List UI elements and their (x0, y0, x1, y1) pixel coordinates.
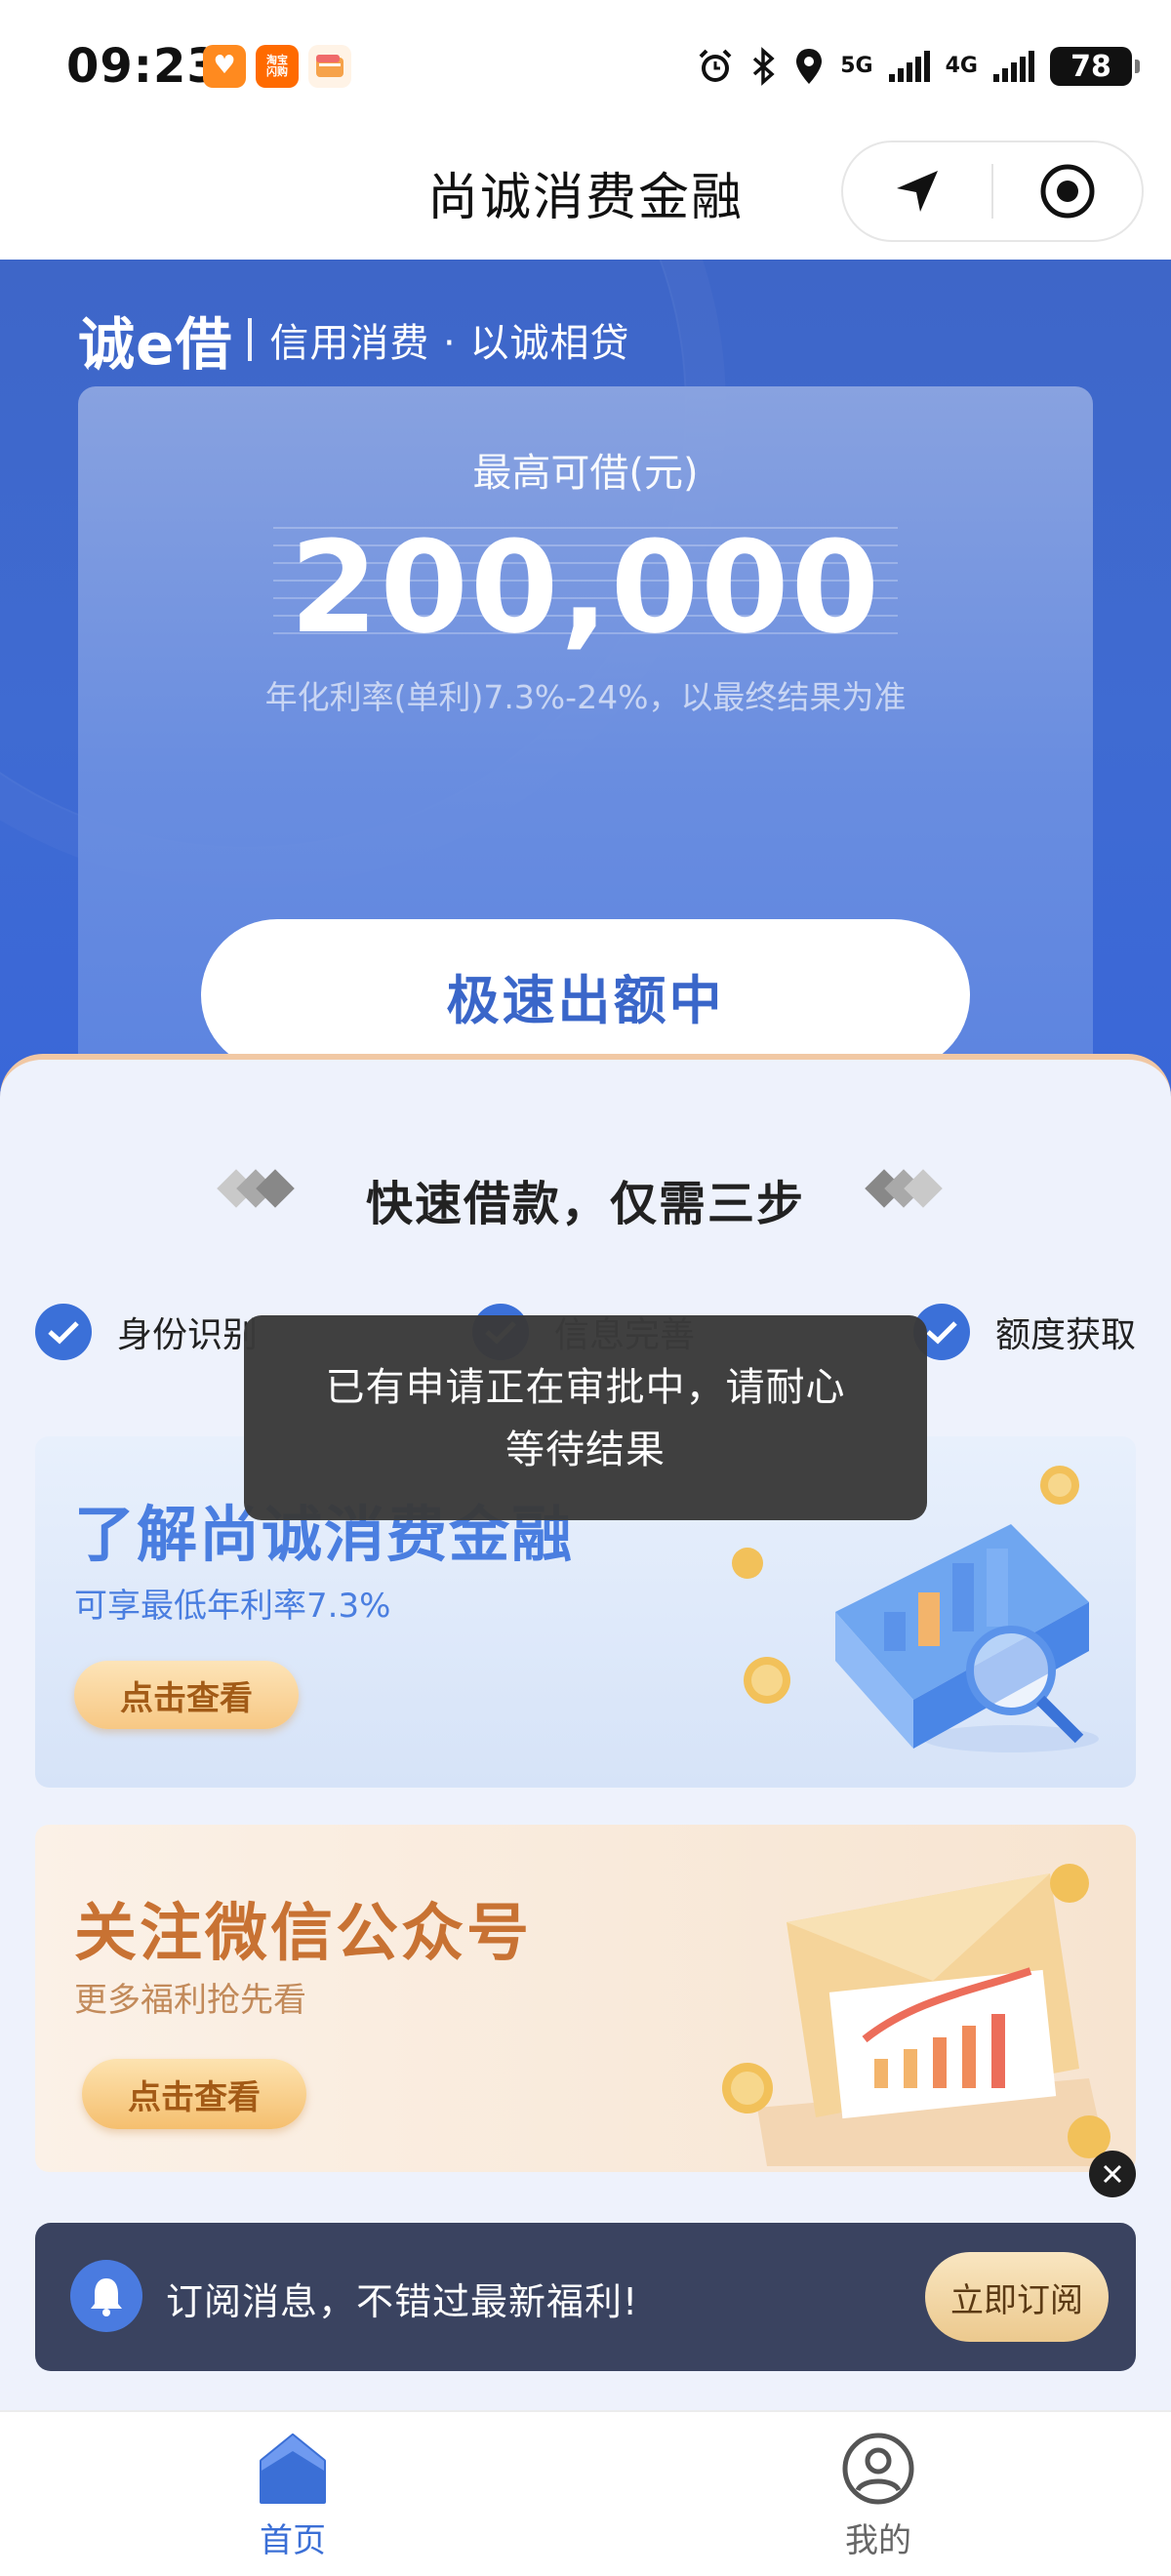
brand-slogan: 信用消费 · 以诚相贷 (269, 321, 630, 366)
health-app-icon: ♥ (203, 45, 246, 88)
user-profile-icon (842, 2433, 914, 2505)
wallet-app-icon (308, 45, 351, 88)
toast-message: 已有申请正在审批中，请耐心等待结果 (244, 1315, 927, 1520)
navigate-arrow-icon (897, 171, 938, 212)
subscribe-text: 订阅消息，不错过最新福利! (166, 2280, 639, 2323)
banner-subtitle: 可享最低年利率7.3% (74, 1587, 391, 1626)
wechat-view-button[interactable]: 点击查看 (82, 2059, 306, 2129)
notification-app-icons: ♥ 淘宝 闪购 (203, 45, 351, 88)
signal-bars-icon (888, 51, 930, 82)
banner-subtitle: 更多福利抢先看 (74, 1981, 306, 2020)
status-time: 09:23 (66, 39, 221, 94)
step-quota: 额度获取 (913, 1304, 1136, 1360)
hero-section: 诚e借 信用消费 · 以诚相贷 最高可借(元) 200,000 年化利率(单利)… (0, 260, 1171, 1099)
step-label: 身份识别 (117, 1315, 259, 1355)
close-icon (1103, 2164, 1122, 2184)
quota-status-button[interactable]: 极速出额中 (201, 919, 970, 1071)
bottom-tab-bar: 首页 我的 (0, 2410, 1171, 2576)
status-bar: 09:23 ♥ 淘宝 闪购 5G 4G 78 (0, 0, 1171, 137)
brand-divider (248, 318, 253, 361)
location-icon (793, 47, 825, 86)
rate-note: 年化利率(单利)7.3%-24%，以最终结果为准 (264, 678, 907, 716)
taobao-app-icon: 淘宝 闪购 (256, 45, 299, 88)
alarm-icon (696, 47, 735, 86)
status-icons: 5G 4G 78 (696, 47, 1140, 86)
banner-title: 关注微信公众号 (74, 1898, 532, 1970)
tab-home[interactable]: 首页 (195, 2432, 390, 2561)
battery-icon: 78 (1050, 47, 1140, 86)
brand-header: 诚e借 信用消费 · 以诚相贷 (78, 299, 630, 381)
diamond-decor-right-icon (865, 1169, 943, 1208)
limit-amount: 200,000 (289, 513, 882, 662)
bluetooth-icon (750, 47, 778, 86)
limit-amount-box: 200,000 (273, 513, 898, 662)
close-miniprogram-button[interactable] (993, 142, 1142, 240)
banner-close-button[interactable] (1089, 2151, 1136, 2197)
tab-label: 首页 (260, 2521, 326, 2560)
brand-name: 诚e借 (78, 311, 233, 378)
mini-program-capsule (841, 141, 1144, 242)
navigate-button[interactable] (843, 142, 991, 240)
check-icon (35, 1304, 92, 1360)
target-record-icon (1040, 164, 1095, 219)
steps-title: 快速借款，仅需三步 (365, 1177, 805, 1231)
envelope-chart-illustration-icon (722, 1864, 1110, 2166)
learn-more-button[interactable]: 点击查看 (74, 1661, 299, 1729)
step-label: 额度获取 (995, 1315, 1137, 1355)
tab-mine[interactable]: 我的 (781, 2432, 976, 2561)
subscribe-bar: 订阅消息，不错过最新福利! 立即订阅 (35, 2223, 1136, 2371)
signal-bars-icon (993, 51, 1034, 82)
step-identity: 身份识别 (35, 1304, 258, 1360)
bell-icon (70, 2260, 142, 2332)
credit-limit-card: 最高可借(元) 200,000 年化利率(单利)7.3%-24%，以最终结果为准… (78, 386, 1093, 1089)
wechat-follow-banner[interactable]: 关注微信公众号 更多福利抢先看 点击查看 (35, 1825, 1136, 2172)
signal-5g-icon: 5G (840, 54, 873, 78)
signal-4g-icon: 4G (945, 54, 978, 78)
battery-level: 78 (1070, 49, 1111, 84)
home-icon (260, 2434, 326, 2504)
tab-label: 我的 (845, 2521, 911, 2560)
subscribe-button[interactable]: 立即订阅 (925, 2252, 1109, 2342)
limit-label: 最高可借(元) (472, 451, 699, 496)
content-sheet: 快速借款，仅需三步 身份识别 信息完善 额度获取 了解尚诚消费金融 可享最低年利… (0, 1054, 1171, 2410)
